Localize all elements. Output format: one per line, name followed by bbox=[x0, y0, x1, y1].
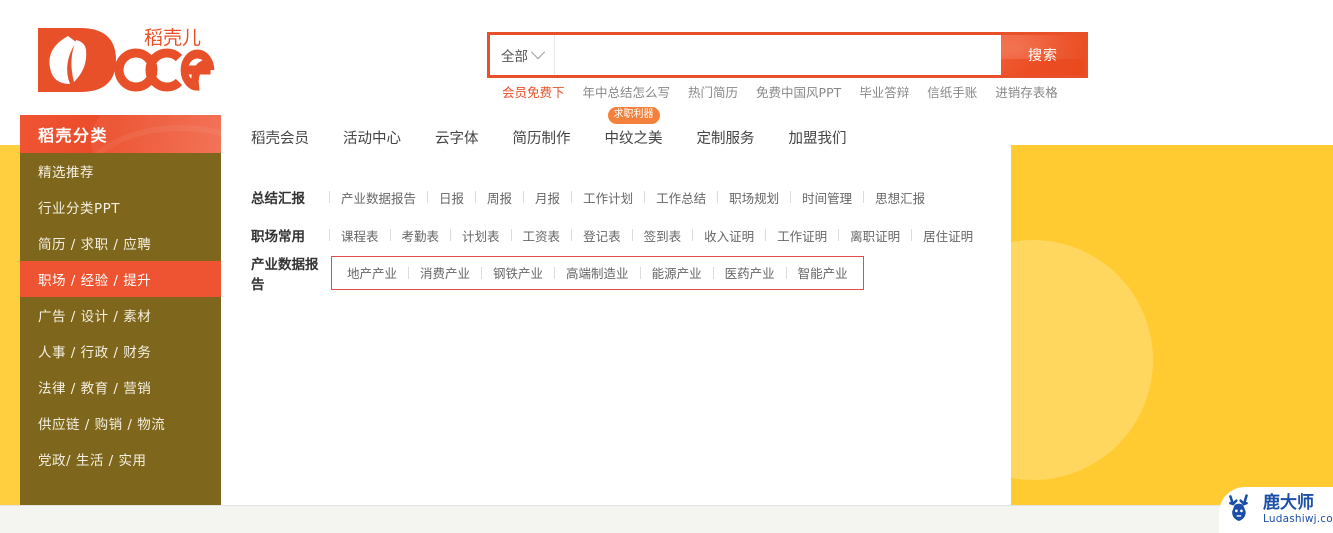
deer-head-icon bbox=[1229, 494, 1248, 522]
hot-search-link[interactable]: 信纸手账 bbox=[927, 82, 977, 101]
search-category-select[interactable]: 全部 bbox=[490, 35, 555, 75]
site-logo[interactable]: 稻壳儿 bbox=[32, 14, 218, 96]
search-category-label: 全部 bbox=[501, 49, 528, 65]
category-link[interactable]: 能源产业 bbox=[641, 263, 713, 282]
sidebar-item[interactable]: 行业分类PPT bbox=[20, 189, 221, 225]
hot-search-link[interactable]: 进销存表格 bbox=[995, 82, 1058, 101]
category-row-label: 职场常用 bbox=[251, 229, 305, 245]
search-input[interactable] bbox=[555, 35, 1001, 75]
category-row: 总结汇报 产业数据报告 日报 周报 月报 工作计划 工作总结 职场规划 时间管理 思想汇报 bbox=[251, 178, 984, 216]
category-link[interactable]: 钢铁产业 bbox=[482, 263, 554, 282]
category-row: 职场常用 课程表 考勤表 计划表 工资表 登记表 签到表 收入证明 工作证明 离职证明 居住证明 bbox=[251, 216, 984, 254]
sidebar-item[interactable]: 供应链 / 购销 / 物流 bbox=[20, 405, 221, 441]
category-link[interactable]: 考勤表 bbox=[391, 226, 451, 245]
category-link[interactable]: 高端制造业 bbox=[555, 263, 640, 282]
hot-search-link[interactable]: 会员免费下 bbox=[502, 82, 565, 101]
category-link[interactable]: 工资表 bbox=[512, 226, 572, 245]
sidebar-item-label: 人事 / 行政 / 财务 bbox=[38, 345, 152, 361]
category-link[interactable]: 思想汇报 bbox=[864, 188, 936, 207]
category-row: 产业数据报告 地产产业 消费产业 钢铁产业 高端制造业 能源产业 医药产业 智能产业 bbox=[251, 254, 984, 293]
sidebar-item-label: 广告 / 设计 / 素材 bbox=[38, 309, 152, 325]
watermark-name-en: Ludashiwj.com bbox=[1263, 513, 1333, 526]
category-link[interactable]: 课程表 bbox=[330, 226, 390, 245]
chevron-down-icon bbox=[530, 45, 546, 60]
sidebar-item-label: 行业分类PPT bbox=[38, 201, 121, 217]
watermark-name-cn: 鹿大师 bbox=[1263, 493, 1314, 514]
hot-search-link[interactable]: 年中总结怎么写 bbox=[583, 82, 671, 101]
sidebar-item-label: 供应链 / 购销 / 物流 bbox=[38, 417, 166, 433]
category-link[interactable]: 医药产业 bbox=[714, 263, 786, 282]
category-link[interactable]: 工作总结 bbox=[645, 188, 717, 207]
category-link[interactable]: 收入证明 bbox=[693, 226, 765, 245]
sidebar-item[interactable]: 法律 / 教育 / 营销 bbox=[20, 369, 221, 405]
watermark: 鹿大师 Ludashiwj.com bbox=[1219, 487, 1333, 533]
watermark-text: 鹿大师 Ludashiwj.com bbox=[1263, 495, 1333, 525]
category-link-rows: 总结汇报 产业数据报告 日报 周报 月报 工作计划 工作总结 职场规划 时间管理 思想汇报 职场常用… bbox=[251, 178, 984, 294]
bottom-band bbox=[0, 505, 1333, 533]
category-link[interactable]: 周报 bbox=[476, 188, 523, 207]
svg-text:稻壳儿: 稻壳儿 bbox=[144, 27, 201, 49]
sidebar-item[interactable]: 精选推荐 bbox=[20, 153, 221, 189]
site-header: 稻壳儿 全部 搜索 会员免费下 年中总结怎么写 热门简历 免费中国风PPT 毕业答辩 信纸… bbox=[0, 0, 1333, 110]
promo-glow-circle bbox=[1011, 240, 1153, 480]
sidebar-title: 稻壳分类 bbox=[20, 115, 221, 153]
category-link[interactable]: 消费产业 bbox=[409, 263, 481, 282]
sidebar-item[interactable]: 简历 / 求职 / 应聘 bbox=[20, 225, 221, 261]
sidebar-item-label: 精选推荐 bbox=[38, 165, 94, 181]
search-button[interactable]: 搜索 bbox=[1001, 35, 1085, 75]
category-link[interactable]: 月报 bbox=[524, 188, 571, 207]
search-button-label: 搜索 bbox=[1028, 48, 1058, 64]
category-row-label: 产业数据报告 bbox=[251, 257, 319, 293]
category-link[interactable]: 日报 bbox=[428, 188, 475, 207]
sidebar-title-label: 稻壳分类 bbox=[38, 126, 109, 145]
category-link[interactable]: 产业数据报告 bbox=[330, 188, 427, 207]
category-link[interactable]: 登记表 bbox=[572, 226, 632, 245]
hot-search-link[interactable]: 热门简历 bbox=[688, 82, 738, 101]
category-link[interactable]: 离职证明 bbox=[839, 226, 911, 245]
nav-item-badge: 求职利器 bbox=[607, 106, 660, 124]
category-link[interactable]: 智能产业 bbox=[787, 263, 859, 282]
page-root: 稻壳儿 全部 搜索 会员免费下 年中总结怎么写 热门简历 免费中国风PPT 毕业答辩 信纸… bbox=[0, 0, 1333, 533]
category-sidebar: 稻壳分类 精选推荐行业分类PPT 简历 / 求职 / 应聘 职场 / 经验 / 提升… bbox=[20, 115, 221, 505]
hot-search-link[interactable]: 免费中国风PPT bbox=[756, 82, 841, 101]
sidebar-item-label: 法律 / 教育 / 营销 bbox=[38, 381, 152, 397]
category-link[interactable]: 居住证明 bbox=[912, 226, 984, 245]
category-link-group-highlighted: 地产产业 消费产业 钢铁产业 高端制造业 能源产业 医药产业 智能产业 bbox=[331, 256, 864, 290]
hot-search-links: 会员免费下 年中总结怎么写 热门简历 免费中国风PPT 毕业答辩 信纸手账 进销存表格 bbox=[502, 82, 1058, 101]
category-link-group: 产业数据报告 日报 周报 月报 工作计划 工作总结 职场规划 时间管理 思想汇报 bbox=[329, 188, 936, 207]
sidebar-item[interactable]: 广告 / 设计 / 素材 bbox=[20, 297, 221, 333]
search-bar: 全部 搜索 bbox=[487, 32, 1088, 78]
hot-search-link[interactable]: 毕业答辩 bbox=[859, 82, 909, 101]
search-bar-inner: 全部 搜索 bbox=[489, 34, 1086, 76]
left-accent-strip bbox=[0, 145, 20, 505]
sidebar-item-label: 简历 / 求职 / 应聘 bbox=[38, 237, 152, 253]
category-link[interactable]: 计划表 bbox=[451, 226, 511, 245]
category-link[interactable]: 地产产业 bbox=[336, 263, 408, 282]
category-link[interactable]: 工作计划 bbox=[572, 188, 644, 207]
sidebar-item[interactable]: 职场 / 经验 / 提升 bbox=[20, 261, 221, 297]
category-link[interactable]: 职场规划 bbox=[718, 188, 790, 207]
category-link[interactable]: 时间管理 bbox=[791, 188, 863, 207]
sidebar-item[interactable]: 人事 / 行政 / 财务 bbox=[20, 333, 221, 369]
sidebar-item-label: 职场 / 经验 / 提升 bbox=[38, 273, 152, 289]
category-link[interactable]: 签到表 bbox=[633, 226, 693, 245]
promo-panel[interactable] bbox=[1011, 145, 1333, 505]
sidebar-item-list: 精选推荐行业分类PPT 简历 / 求职 / 应聘 职场 / 经验 / 提升 广告 / … bbox=[20, 153, 221, 477]
category-link-group: 课程表 考勤表 计划表 工资表 登记表 签到表 收入证明 工作证明 离职证明 居住证明 bbox=[329, 226, 984, 245]
category-link[interactable]: 工作证明 bbox=[766, 226, 838, 245]
category-row-label: 总结汇报 bbox=[251, 191, 305, 207]
sidebar-item[interactable]: 党政/ 生活 / 实用 bbox=[20, 441, 221, 477]
sidebar-item-label: 党政/ 生活 / 实用 bbox=[38, 453, 147, 469]
